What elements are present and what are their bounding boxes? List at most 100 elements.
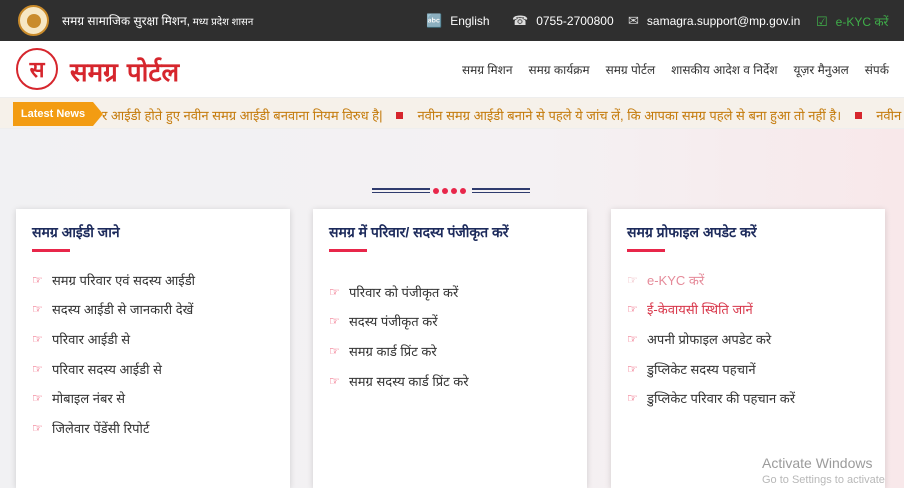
logo-letter: स bbox=[29, 57, 45, 83]
card-link-label: परिवार सदस्य आईडी से bbox=[52, 361, 162, 377]
nav-samagra-portal[interactable]: समग्र पोर्टल bbox=[606, 61, 656, 78]
main-content: समग्र आईडी जाने ☞ समग्र परिवार एवं सदस्य … bbox=[0, 129, 904, 488]
language-switch[interactable]: 🔤 English bbox=[426, 13, 490, 29]
check-square-icon: ☑ bbox=[816, 13, 828, 29]
nav-govt-orders[interactable]: शासकीय आदेश व निर्देश bbox=[671, 61, 777, 78]
phone-icon: ☎ bbox=[512, 13, 529, 28]
nav-user-manual[interactable]: यूज़र मैनुअल bbox=[794, 61, 849, 78]
card-link-label: समग्र परिवार एवं सदस्य आईडी bbox=[52, 272, 196, 288]
divider-line bbox=[472, 192, 530, 193]
card-link[interactable]: ☞ परिवार को पंजीकृत करें bbox=[329, 277, 469, 307]
org-subtitle: मध्य प्रदेश शासन bbox=[189, 17, 254, 28]
card-title: समग्र आईडी जाने bbox=[32, 224, 120, 240]
samagra-logo-icon[interactable]: स bbox=[16, 48, 58, 90]
main-nav: समग्र मिशन समग्र कार्यक्रम समग्र पोर्टल … bbox=[462, 61, 904, 78]
card-link[interactable]: ☞ समग्र कार्ड प्रिंट करे bbox=[329, 336, 469, 366]
translate-icon: 🔤 bbox=[426, 13, 443, 28]
hand-pointer-icon: ☞ bbox=[32, 272, 43, 287]
card-link[interactable]: ☞ ई-केवायसी स्थिति जानें bbox=[627, 295, 795, 325]
title-underline bbox=[329, 249, 367, 252]
org-title: समग्र सामाजिक सुरक्षा मिशन, bbox=[62, 14, 190, 28]
card-link-label: अपनी प्रोफाइल अपडेट करे bbox=[647, 331, 772, 347]
title-underline bbox=[32, 249, 70, 252]
divider-line bbox=[372, 192, 430, 193]
watermark-title: Activate Windows bbox=[762, 455, 873, 471]
divider-dot bbox=[433, 188, 439, 194]
card-link-list: ☞ परिवार को पंजीकृत करें ☞ सदस्य पंजीकृत क… bbox=[329, 277, 469, 395]
hand-pointer-icon: ☞ bbox=[627, 302, 638, 317]
hand-pointer-icon: ☞ bbox=[627, 272, 638, 287]
email-link[interactable]: ✉ samagra.support@mp.gov.in bbox=[628, 13, 800, 29]
news-ticker: Latest News र आईडी होते हुए नवीन समग्र आ… bbox=[0, 97, 904, 129]
hand-pointer-icon: ☞ bbox=[329, 314, 340, 329]
card-know-samagra-id: समग्र आईडी जाने ☞ समग्र परिवार एवं सदस्य … bbox=[16, 209, 290, 488]
watermark-subtitle: Go to Settings to activate bbox=[762, 474, 885, 486]
divider-line bbox=[372, 188, 430, 190]
card-link-label: जिलेवार पेंडेंसी रिपोर्ट bbox=[52, 420, 150, 436]
card-link[interactable]: ☞ सदस्य पंजीकृत करें bbox=[329, 307, 469, 337]
card-link-label: परिवार आईडी से bbox=[52, 331, 130, 347]
card-link[interactable]: ☞ जिलेवार पेंडेंसी रिपोर्ट bbox=[32, 413, 195, 443]
hand-pointer-icon: ☞ bbox=[32, 331, 43, 346]
card-link-list: ☞ समग्र परिवार एवं सदस्य आईडी ☞ सदस्य आईडी… bbox=[32, 265, 195, 443]
language-label: English bbox=[450, 14, 490, 28]
divider-line bbox=[472, 188, 530, 190]
card-link[interactable]: ☞ सदस्य आईडी से जानकारी देखें bbox=[32, 295, 195, 325]
card-link[interactable]: ☞ परिवार आईडी से bbox=[32, 324, 195, 354]
card-link-label: सदस्य पंजीकृत करें bbox=[349, 314, 438, 330]
top-bar: समग्र सामाजिक सुरक्षा मिशन, मध्य प्रदेश … bbox=[0, 0, 904, 41]
card-title: समग्र प्रोफाइल अपडेट करें bbox=[627, 224, 757, 240]
activate-windows-watermark: Activate Windows Go to Settings to activ… bbox=[762, 455, 885, 486]
nav-contact[interactable]: संपर्क bbox=[865, 61, 889, 78]
hand-pointer-icon: ☞ bbox=[627, 331, 638, 346]
card-register-family: समग्र में परिवार/ सदस्य पंजीकृत करें ☞ पर… bbox=[313, 209, 587, 488]
card-link[interactable]: ☞ मोबाइल नंबर से bbox=[32, 383, 195, 413]
card-link[interactable]: ☞ समग्र परिवार एवं सदस्य आईडी bbox=[32, 265, 195, 295]
card-link-label: परिवार को पंजीकृत करें bbox=[349, 284, 459, 300]
card-link[interactable]: ☞ e-KYC करें bbox=[627, 265, 795, 295]
latest-news-badge: Latest News bbox=[13, 102, 103, 126]
hand-pointer-icon: ☞ bbox=[329, 373, 340, 388]
ticker-item[interactable]: र आईडी होते हुए नवीन समग्र आईडी बनवाना न… bbox=[102, 106, 382, 124]
section-divider bbox=[372, 187, 530, 197]
card-link-label: e-KYC करें bbox=[647, 272, 705, 288]
card-link-label: डुप्लिकेट परिवार की पहचान करें bbox=[647, 391, 796, 407]
card-link-list: ☞ e-KYC करें ☞ ई-केवायसी स्थिति जानें ☞ अपन… bbox=[627, 265, 795, 413]
card-link[interactable]: ☞ अपनी प्रोफाइल अपडेट करे bbox=[627, 324, 795, 354]
hand-pointer-icon: ☞ bbox=[627, 361, 638, 376]
bullet-square-icon bbox=[855, 111, 863, 119]
hand-pointer-icon: ☞ bbox=[329, 343, 340, 358]
ticker-item[interactable]: नवीन स bbox=[876, 106, 904, 124]
bullet-square-icon bbox=[396, 111, 404, 119]
mp-emblem-icon bbox=[18, 5, 49, 36]
card-link[interactable]: ☞ समग्र सदस्य कार्ड प्रिंट करे bbox=[329, 366, 469, 396]
ekyc-link[interactable]: ☑ e-KYC करें bbox=[816, 13, 888, 30]
card-title: समग्र में परिवार/ सदस्य पंजीकृत करें bbox=[329, 224, 509, 240]
card-link[interactable]: ☞ परिवार सदस्य आईडी से bbox=[32, 354, 195, 384]
mail-icon: ✉ bbox=[628, 13, 639, 28]
card-link-label: समग्र सदस्य कार्ड प्रिंट करे bbox=[349, 373, 469, 389]
hand-pointer-icon: ☞ bbox=[32, 420, 43, 435]
site-header: स समग्र पोर्टल समग्र मिशन समग्र कार्यक्र… bbox=[0, 41, 904, 97]
divider-dot bbox=[451, 188, 457, 194]
hand-pointer-icon: ☞ bbox=[32, 302, 43, 317]
email-address: samagra.support@mp.gov.in bbox=[646, 14, 801, 28]
nav-samagra-programs[interactable]: समग्र कार्यक्रम bbox=[529, 61, 590, 78]
card-link-label: ई-केवायसी स्थिति जानें bbox=[647, 302, 753, 318]
divider-dot bbox=[460, 188, 466, 194]
card-link-label: समग्र कार्ड प्रिंट करे bbox=[349, 343, 437, 359]
phone-number: 0755-2700800 bbox=[536, 14, 614, 28]
hand-pointer-icon: ☞ bbox=[32, 361, 43, 376]
hand-pointer-icon: ☞ bbox=[627, 391, 638, 406]
card-link-label: सदस्य आईडी से जानकारी देखें bbox=[52, 302, 194, 318]
card-link[interactable]: ☞ डुप्लिकेट परिवार की पहचान करें bbox=[627, 383, 795, 413]
phone-link[interactable]: ☎ 0755-2700800 bbox=[512, 13, 614, 29]
ticker-item[interactable]: नवीन समग्र आईडी बनाने से पहले ये जांच ले… bbox=[417, 106, 841, 124]
ekyc-label: e-KYC करें bbox=[835, 15, 889, 29]
card-link-label: डुप्लिकेट सदस्य पहचानें bbox=[647, 361, 756, 377]
site-title[interactable]: समग्र पोर्टल bbox=[70, 53, 179, 89]
nav-samagra-mission[interactable]: समग्र मिशन bbox=[462, 61, 513, 78]
hand-pointer-icon: ☞ bbox=[329, 284, 340, 299]
title-underline bbox=[627, 249, 665, 252]
card-link[interactable]: ☞ डुप्लिकेट सदस्य पहचानें bbox=[627, 354, 795, 384]
